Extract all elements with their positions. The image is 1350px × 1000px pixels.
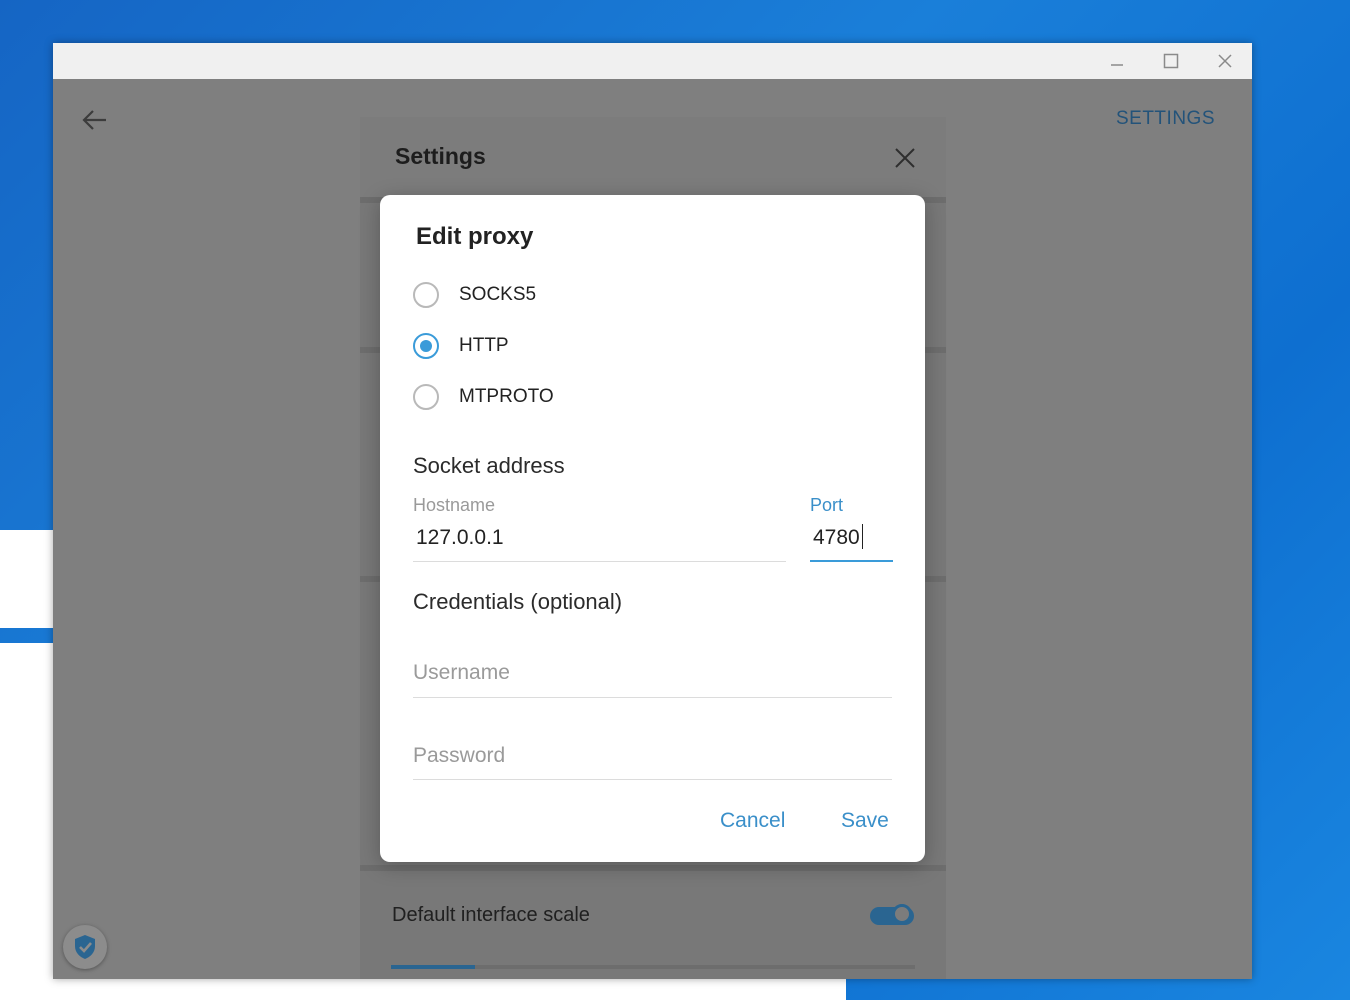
default-scale-toggle[interactable] <box>870 903 914 927</box>
port-input[interactable] <box>813 525 889 551</box>
port-label: Port <box>810 495 844 515</box>
password-field[interactable] <box>413 743 883 769</box>
shield-icon[interactable] <box>63 925 107 969</box>
title-bar <box>53 43 1252 79</box>
minimize-icon[interactable] <box>1094 43 1140 79</box>
toggle-knob <box>892 904 912 924</box>
scale-slider-active <box>391 965 475 969</box>
divider <box>360 865 946 871</box>
radio-button[interactable] <box>413 282 439 308</box>
port-underline <box>810 560 893 562</box>
maximize-icon[interactable] <box>1148 43 1194 79</box>
radio-label: HTTP <box>459 335 509 356</box>
edit-proxy-dialog: Edit proxy SOCKS5 HTTP MTPROTO Socket ad… <box>380 195 925 862</box>
radio-label: MTPROTO <box>459 386 554 407</box>
close-icon[interactable] <box>892 145 918 171</box>
dialog-title: Edit proxy <box>416 223 534 250</box>
socket-address-heading: Socket address <box>413 453 565 478</box>
default-interface-scale-label: Default interface scale <box>392 904 590 926</box>
radio-mtproto[interactable]: MTPROTO <box>413 380 554 414</box>
save-button[interactable]: Save <box>841 809 889 833</box>
radio-label: SOCKS5 <box>459 284 537 305</box>
radio-http[interactable]: HTTP <box>413 329 509 363</box>
settings-link[interactable]: SETTINGS <box>1116 108 1215 130</box>
text-caret <box>862 524 863 549</box>
radio-button[interactable] <box>413 333 439 359</box>
credentials-heading: Credentials (optional) <box>413 589 623 614</box>
cancel-button[interactable]: Cancel <box>720 809 785 833</box>
username-underline <box>413 697 892 698</box>
desktop-window-fragment <box>0 530 53 628</box>
settings-title: Settings <box>395 143 486 169</box>
scale-slider[interactable] <box>391 965 915 969</box>
radio-socks5[interactable]: SOCKS5 <box>413 278 536 312</box>
username-field[interactable] <box>413 660 883 686</box>
back-arrow-icon[interactable] <box>79 105 109 135</box>
settings-panel-header: Settings <box>360 117 946 197</box>
password-underline <box>413 779 892 780</box>
hostname-underline <box>413 561 786 562</box>
close-icon[interactable] <box>1202 43 1248 79</box>
desktop-window-fragment <box>53 979 846 1000</box>
desktop-window-fragment <box>0 643 53 1000</box>
hostname-input[interactable] <box>416 525 776 551</box>
hostname-label: Hostname <box>413 495 496 515</box>
radio-button[interactable] <box>413 384 439 410</box>
